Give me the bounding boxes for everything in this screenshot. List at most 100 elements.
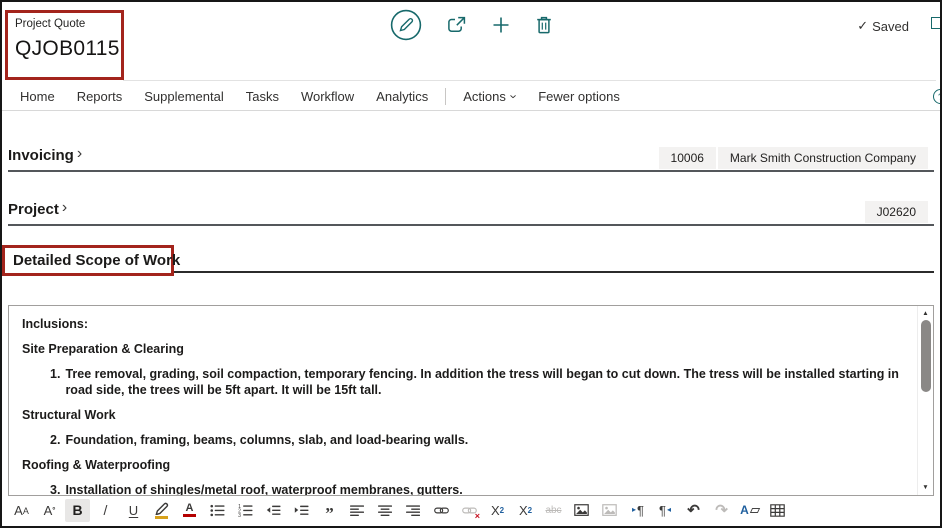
text-style-icon: AA bbox=[14, 503, 29, 518]
scope-rich-text-editor: Inclusions:Site Preparation & Clearing1.… bbox=[8, 305, 934, 496]
menu-bar: HomeReportsSupplementalTasksWorkflowAnal… bbox=[2, 82, 940, 111]
chevron-right-icon bbox=[77, 146, 82, 164]
menu-item-analytics[interactable]: Analytics bbox=[365, 89, 439, 104]
editor-scrollbar[interactable]: ▲ ▼ bbox=[917, 306, 933, 495]
menu-item-tasks[interactable]: Tasks bbox=[235, 89, 290, 104]
annotation-box-title: Project Quote QJOB0115 bbox=[5, 10, 124, 80]
section-header-project[interactable]: Project bbox=[8, 200, 71, 218]
delete-icon bbox=[535, 15, 553, 38]
list-number: 2. bbox=[50, 432, 60, 448]
bullet-list-button[interactable] bbox=[205, 499, 230, 522]
saved-label: Saved bbox=[872, 19, 909, 34]
header-action-bar bbox=[390, 9, 553, 43]
actions-label: Actions bbox=[463, 89, 506, 104]
unlink-button[interactable]: × bbox=[457, 499, 482, 522]
clear-format-button[interactable]: A bbox=[737, 499, 762, 522]
redo-button[interactable]: ↷ bbox=[709, 499, 734, 522]
menu-item-reports[interactable]: Reports bbox=[66, 89, 134, 104]
page-title: QJOB0115 bbox=[15, 37, 121, 61]
list-number: 1. bbox=[50, 366, 60, 398]
formatting-toolbar: AAA°B/UA123”×X2X2abc▸¶¶◂↶↷A bbox=[2, 496, 940, 524]
insert-image-button[interactable] bbox=[569, 499, 594, 522]
align-right-icon bbox=[406, 504, 421, 517]
scroll-down-icon[interactable]: ▼ bbox=[918, 482, 933, 493]
list-text: Foundation, framing, beams, columns, sla… bbox=[65, 432, 468, 448]
project-quote-page: Project Quote QJOB0115 ✓ Saved HomeRepor… bbox=[0, 0, 942, 528]
image-options-icon bbox=[602, 504, 617, 517]
link-button[interactable] bbox=[429, 499, 454, 522]
summary-field[interactable]: J02620 bbox=[865, 201, 928, 223]
scope-heading: Roofing & Waterproofing bbox=[22, 457, 908, 473]
menu-items: HomeReportsSupplementalTasksWorkflowAnal… bbox=[9, 89, 439, 104]
scope-list-item: 1.Tree removal, grading, soil compaction… bbox=[22, 366, 908, 398]
menu-item-workflow[interactable]: Workflow bbox=[290, 89, 365, 104]
font-size-button[interactable]: A° bbox=[37, 499, 62, 522]
underline-button[interactable]: U bbox=[121, 499, 146, 522]
new-icon bbox=[491, 15, 511, 38]
superscript-button[interactable]: X2 bbox=[485, 499, 510, 522]
indent-button[interactable] bbox=[289, 499, 314, 522]
align-right-button[interactable] bbox=[401, 499, 426, 522]
summary-field[interactable]: Mark Smith Construction Company bbox=[718, 147, 928, 169]
summary-field[interactable]: 10006 bbox=[659, 147, 716, 169]
scope-heading: Structural Work bbox=[22, 407, 908, 423]
underline-icon: U bbox=[129, 503, 138, 518]
font-size-icon: A° bbox=[44, 503, 56, 518]
font-color-button[interactable]: A bbox=[177, 499, 202, 522]
number-list-button[interactable]: 123 bbox=[233, 499, 258, 522]
project-title-label: Project bbox=[8, 201, 59, 218]
rtl-icon: ¶◂ bbox=[659, 503, 672, 518]
highlight-icon bbox=[154, 502, 169, 519]
link-icon bbox=[434, 504, 449, 517]
editor-content[interactable]: Inclusions:Site Preparation & Clearing1.… bbox=[9, 306, 916, 495]
scope-list-item: 2. Foundation, framing, beams, columns, s… bbox=[22, 432, 908, 448]
number-list-icon: 123 bbox=[238, 504, 253, 517]
clear-format-icon: A bbox=[740, 503, 759, 517]
bold-icon: B bbox=[72, 502, 82, 518]
rtl-button[interactable]: ¶◂ bbox=[653, 499, 678, 522]
align-center-icon bbox=[378, 504, 393, 517]
ltr-icon: ▸¶ bbox=[631, 503, 644, 518]
edit-button[interactable] bbox=[390, 9, 422, 44]
new-button[interactable] bbox=[491, 15, 511, 38]
project-summary-fields: J02620 bbox=[865, 201, 928, 223]
svg-text:3: 3 bbox=[238, 512, 241, 516]
align-left-button[interactable] bbox=[345, 499, 370, 522]
italic-button[interactable]: / bbox=[93, 499, 118, 522]
scope-list-item: 3.Installation of shingles/metal roof, w… bbox=[22, 482, 908, 495]
italic-icon: / bbox=[104, 502, 108, 518]
align-center-button[interactable] bbox=[373, 499, 398, 522]
align-left-icon bbox=[350, 504, 365, 517]
section-header-invoicing[interactable]: Invoicing bbox=[8, 146, 86, 164]
scope-section-rule bbox=[174, 271, 934, 273]
menu-item-fewer-options[interactable]: Fewer options bbox=[527, 89, 631, 104]
share-button[interactable] bbox=[446, 15, 467, 37]
scrollbar-thumb[interactable] bbox=[921, 320, 931, 392]
redo-icon: ↷ bbox=[715, 501, 728, 519]
delete-button[interactable] bbox=[535, 15, 553, 38]
outdent-button[interactable] bbox=[261, 499, 286, 522]
project-section-rule bbox=[8, 224, 934, 226]
highlight-button[interactable] bbox=[149, 499, 174, 522]
text-style-button[interactable]: AA bbox=[9, 499, 34, 522]
image-options-button[interactable] bbox=[597, 499, 622, 522]
table-button[interactable] bbox=[765, 499, 790, 522]
menu-item-home[interactable]: Home bbox=[9, 89, 66, 104]
strikethrough-button[interactable]: abc bbox=[541, 499, 566, 522]
blockquote-button[interactable]: ” bbox=[317, 499, 342, 522]
menu-item-supplemental[interactable]: Supplemental bbox=[133, 89, 235, 104]
menu-item-actions[interactable]: Actions bbox=[452, 89, 527, 104]
popout-window-icon[interactable] bbox=[931, 17, 942, 29]
ltr-button[interactable]: ▸¶ bbox=[625, 499, 650, 522]
share-icon bbox=[446, 15, 467, 37]
section-header-scope[interactable]: Detailed Scope of Work bbox=[13, 252, 180, 269]
undo-button[interactable]: ↶ bbox=[681, 499, 706, 522]
scroll-up-icon[interactable]: ▲ bbox=[918, 308, 933, 319]
help-icon[interactable]: ? bbox=[933, 89, 942, 104]
insert-image-icon bbox=[574, 504, 589, 517]
font-color-icon: A bbox=[183, 503, 196, 517]
subscript-button[interactable]: X2 bbox=[513, 499, 538, 522]
bold-button[interactable]: B bbox=[65, 499, 90, 522]
chevron-right-icon bbox=[62, 200, 67, 218]
outdent-icon bbox=[266, 504, 281, 517]
